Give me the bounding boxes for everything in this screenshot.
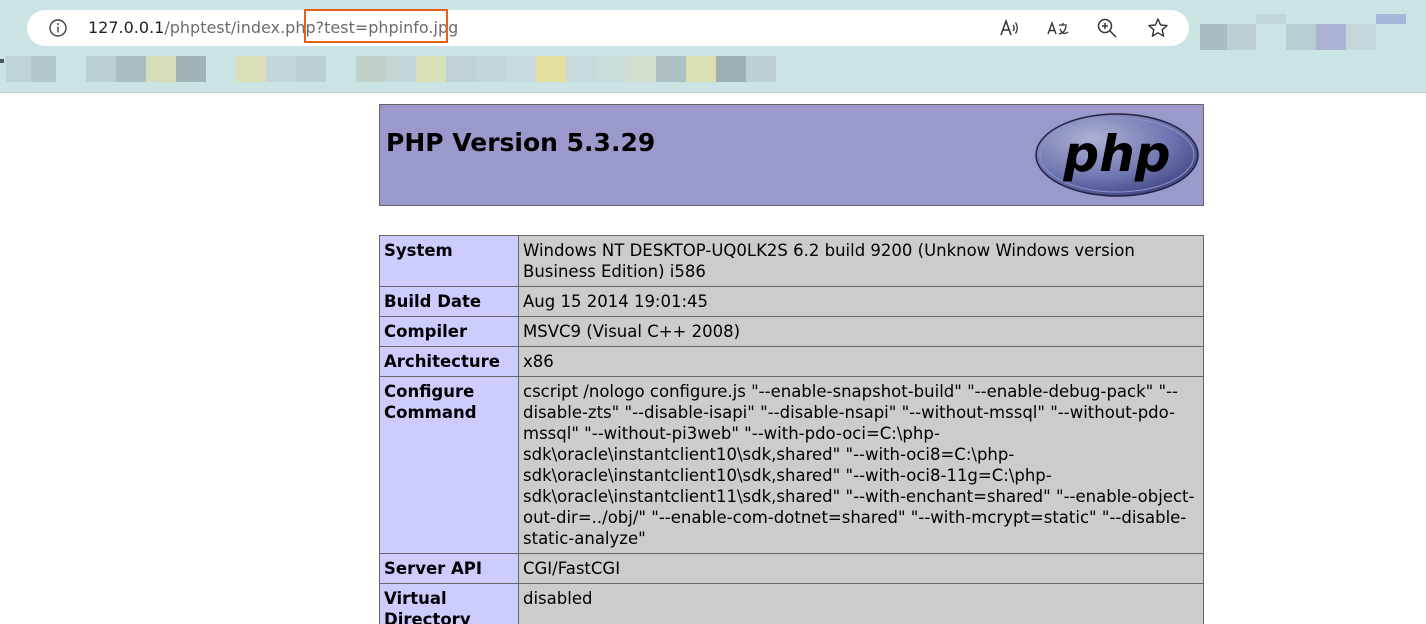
php-logo-text: php xyxy=(1062,125,1170,183)
row-key: Configure Command xyxy=(379,376,519,554)
site-info-icon[interactable] xyxy=(48,18,68,38)
browser-chrome: 127.0.0.1/phptest/index.php?test=phpinfo… xyxy=(0,0,1426,93)
row-key: System xyxy=(379,235,519,287)
phpinfo-content: PHP Version 5.3.29 php System Windows NT … xyxy=(379,104,1204,624)
url-text[interactable]: 127.0.0.1/phptest/index.php?test=phpinfo… xyxy=(88,18,458,38)
phpinfo-header: PHP Version 5.3.29 php xyxy=(379,104,1204,206)
page-title: PHP Version 5.3.29 xyxy=(386,128,656,157)
row-value: Windows NT DESKTOP-UQ0LK2S 6.2 build 920… xyxy=(518,235,1204,287)
row-key: Build Date xyxy=(379,286,519,317)
address-bar[interactable]: 127.0.0.1/phptest/index.php?test=phpinfo… xyxy=(27,9,1189,46)
row-value: x86 xyxy=(518,346,1204,377)
read-aloud-icon[interactable] xyxy=(997,16,1021,40)
row-key: Architecture xyxy=(379,346,519,377)
blurred-favorites-bar xyxy=(0,56,1426,84)
table-row: System Windows NT DESKTOP-UQ0LK2S 6.2 bui… xyxy=(379,235,1204,287)
row-value: Aug 15 2014 19:01:45 xyxy=(518,286,1204,317)
translate-icon[interactable] xyxy=(1046,16,1070,40)
row-value: CGI/FastCGI xyxy=(518,553,1204,584)
url-path: /phptest/index.php xyxy=(164,18,316,37)
table-row: Virtual Directory disabled xyxy=(379,583,1204,624)
table-row: Configure Command cscript /nologo configu… xyxy=(379,376,1204,554)
table-row: Architecture x86 xyxy=(379,346,1204,377)
row-value: cscript /nologo configure.js "--enable-s… xyxy=(518,376,1204,554)
url-query: ?test=phpinfo.jpg xyxy=(315,18,459,37)
row-value: MSVC9 (Visual C++ 2008) xyxy=(518,316,1204,347)
php-logo-icon[interactable]: php xyxy=(1034,112,1200,202)
table-row: Compiler MSVC9 (Visual C++ 2008) xyxy=(379,316,1204,347)
phpinfo-table: System Windows NT DESKTOP-UQ0LK2S 6.2 bui… xyxy=(379,235,1204,624)
row-key: Compiler xyxy=(379,316,519,347)
table-row: Server API CGI/FastCGI xyxy=(379,553,1204,584)
favorite-star-icon[interactable] xyxy=(1146,16,1170,40)
row-key: Server API xyxy=(379,553,519,584)
zoom-icon[interactable] xyxy=(1095,16,1119,40)
url-host: 127.0.0.1 xyxy=(88,18,165,37)
table-row: Build Date Aug 15 2014 19:01:45 xyxy=(379,286,1204,317)
row-value: disabled xyxy=(518,583,1204,624)
row-key: Virtual Directory xyxy=(379,583,519,624)
